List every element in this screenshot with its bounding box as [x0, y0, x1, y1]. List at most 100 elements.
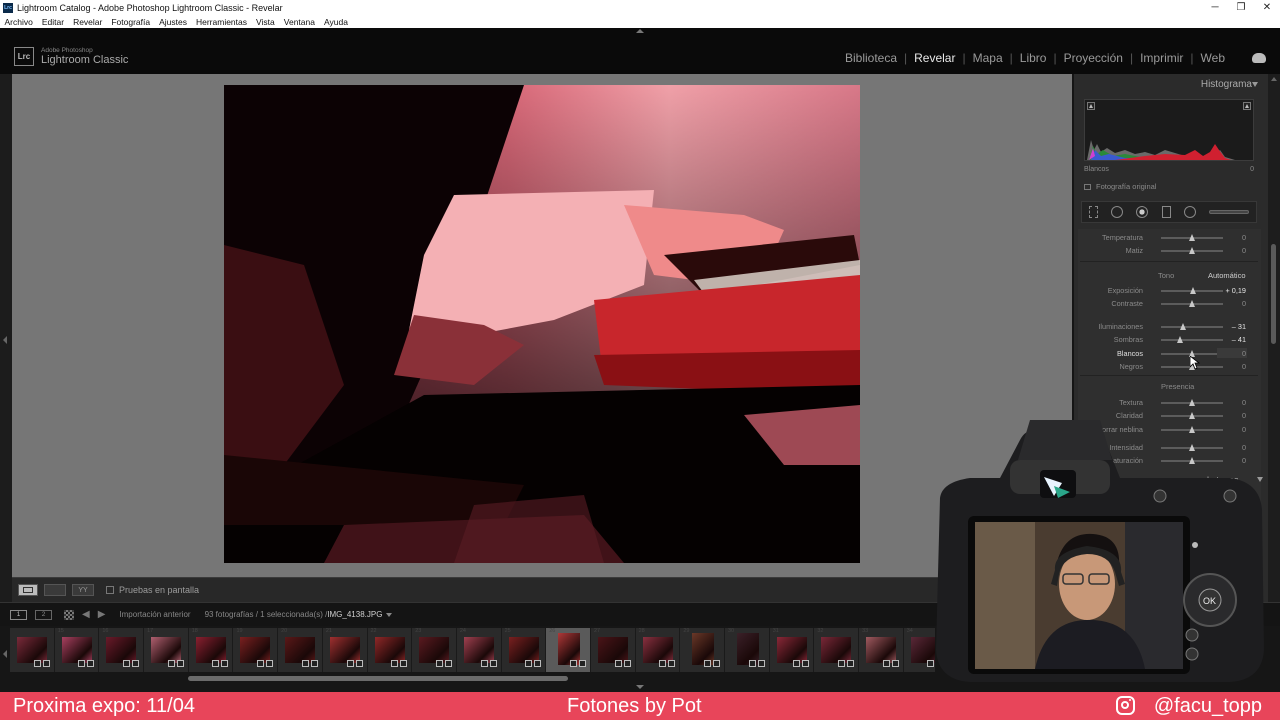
menu-ajustes[interactable]: Ajustes [155, 17, 192, 27]
red-eye-tool-icon[interactable] [1136, 206, 1149, 218]
slider-knob-sombras[interactable] [1176, 336, 1183, 344]
filmstrip-thumbnail[interactable]: 23 [412, 628, 457, 672]
menu-ventana[interactable]: Ventana [279, 17, 319, 27]
slider-row-blancos[interactable]: Blancos 0 [1078, 347, 1261, 360]
slider-track-exposicion[interactable] [1161, 287, 1223, 294]
loupe-view-button[interactable] [18, 584, 38, 596]
soft-proof-checkbox[interactable] [106, 586, 114, 594]
slider-knob-claridad[interactable] [1189, 412, 1195, 420]
slider-track-claridad[interactable] [1161, 412, 1223, 420]
slider-value-iluminaciones[interactable]: – 31 [1232, 322, 1246, 331]
before-after-button[interactable] [44, 584, 66, 596]
slider-knob-matiz[interactable] [1189, 247, 1195, 255]
filmstrip-thumbnail[interactable]: 22 [367, 628, 413, 672]
filmstrip-thumbnail[interactable]: 29 [680, 628, 725, 672]
filmstrip-thumbnail[interactable]: 17 [144, 628, 189, 672]
slider-value-blancos[interactable]: 0 [1242, 349, 1246, 358]
main-photo[interactable] [224, 85, 860, 563]
filmstrip-thumbnail[interactable] [10, 628, 55, 672]
histogram[interactable] [1084, 99, 1254, 161]
slider-value-sombras[interactable]: – 41 [1232, 335, 1246, 344]
back-arrow-icon[interactable]: ◀ [82, 609, 90, 620]
filmstrip-scrollbar[interactable] [188, 676, 568, 681]
menu-vista[interactable]: Vista [252, 17, 280, 27]
adjustment-brush-icon[interactable] [1209, 210, 1250, 214]
slider-row-sombras[interactable]: Sombras – 41 [1078, 334, 1261, 346]
slider-value-matiz[interactable]: 0 [1242, 246, 1246, 255]
slider-knob-iluminaciones[interactable] [1179, 323, 1186, 330]
minimize-button[interactable]: ─ [1202, 2, 1228, 13]
cloud-sync-icon[interactable] [1252, 53, 1266, 63]
main-window-button[interactable]: 1 [10, 609, 27, 620]
current-file-name[interactable]: IMG_4138.JPG [327, 610, 382, 619]
filmstrip-thumbnail[interactable]: 30 [725, 628, 770, 672]
module-proyeccion[interactable]: Proyección [1059, 51, 1128, 65]
collapse-top-panel-icon[interactable] [636, 29, 644, 33]
slider-knob-textura[interactable] [1189, 399, 1195, 406]
filmstrip-thumbnail[interactable]: 32 [814, 628, 860, 672]
filmstrip-thumbnail[interactable]: 19 [233, 628, 279, 672]
auto-tone-button[interactable]: Automático [1208, 271, 1246, 280]
filmstrip-left-icon[interactable] [3, 650, 7, 658]
crop-tool-icon[interactable] [1088, 206, 1098, 218]
slider-row-textura[interactable]: Textura 0 [1078, 397, 1261, 409]
slider-row-negros[interactable]: Negros 0 [1078, 361, 1261, 373]
slider-knob-temperatura[interactable] [1189, 234, 1195, 241]
collapse-filmstrip-icon[interactable] [636, 685, 644, 689]
menu-herramientas[interactable]: Herramientas [191, 17, 251, 27]
filmstrip-thumbnail[interactable]: 33 [859, 628, 904, 672]
slider-value-textura[interactable]: 0 [1242, 398, 1246, 407]
filmstrip-thumbnail[interactable]: 28 [635, 628, 681, 672]
menu-editar[interactable]: Editar [37, 17, 68, 27]
shadow-clipping-icon[interactable] [1087, 102, 1095, 110]
compare-button[interactable]: YY [72, 584, 94, 596]
original-photo-toggle[interactable]: Fotografía original [1084, 182, 1156, 191]
secondary-window-button[interactable]: 2 [35, 609, 52, 620]
slider-value-temperatura[interactable]: 0 [1242, 233, 1246, 242]
histogram-title[interactable]: Histograma [1201, 79, 1252, 90]
slider-track-textura[interactable] [1161, 399, 1223, 406]
filmstrip-thumbnail[interactable]: 24 [456, 628, 502, 672]
filmstrip-thumbnail[interactable]: 26 [546, 628, 591, 672]
close-button[interactable]: ✕ [1254, 2, 1280, 13]
filmstrip-thumbnail[interactable]: 18 [188, 628, 234, 672]
filmstrip-thumbnail[interactable]: 16 [99, 628, 145, 672]
slider-row-iluminaciones[interactable]: Iluminaciones – 31 [1078, 321, 1261, 333]
slider-knob-contraste[interactable] [1189, 300, 1195, 308]
slider-track-sombras[interactable] [1161, 336, 1223, 344]
module-web[interactable]: Web [1196, 51, 1230, 65]
slider-track-contraste[interactable] [1161, 300, 1223, 308]
slider-track-iluminaciones[interactable] [1161, 323, 1223, 330]
slider-track-blancos[interactable] [1161, 349, 1223, 357]
slider-track-temperatura[interactable] [1161, 234, 1223, 241]
menu-revelar[interactable]: Revelar [69, 17, 107, 27]
radial-filter-icon[interactable] [1183, 206, 1196, 218]
filmstrip-thumbnail[interactable]: 15 [54, 628, 100, 672]
slider-value-exposicion[interactable]: + 0,19 [1226, 286, 1247, 295]
slider-track-matiz[interactable] [1161, 247, 1223, 255]
filmstrip-thumbnail[interactable]: 25 [501, 628, 547, 672]
module-revelar[interactable]: Revelar [909, 51, 960, 65]
collapse-histogram-icon[interactable] [1252, 82, 1258, 87]
slider-value-claridad[interactable]: 0 [1242, 411, 1246, 420]
menu-ayuda[interactable]: Ayuda [319, 17, 352, 27]
slider-value-negros[interactable]: 0 [1242, 362, 1246, 371]
slider-row-exposicion[interactable]: Exposición + 0,19 [1078, 285, 1261, 297]
module-biblioteca[interactable]: Biblioteca [840, 51, 902, 65]
filmstrip-thumbnail[interactable]: 27 [590, 628, 636, 672]
slider-row-contraste[interactable]: Contraste 0 [1078, 298, 1261, 310]
forward-arrow-icon[interactable]: ▶ [98, 609, 106, 620]
maximize-button[interactable]: ❐ [1228, 2, 1254, 13]
slider-knob-exposicion[interactable] [1190, 287, 1197, 294]
spot-removal-tool-icon[interactable] [1110, 206, 1123, 218]
original-photo-checkbox[interactable] [1084, 183, 1091, 190]
left-panel-collapsed[interactable] [0, 74, 12, 602]
grid-view-icon[interactable] [64, 609, 74, 620]
filmstrip-thumbnail[interactable]: 20 [278, 628, 323, 672]
module-libro[interactable]: Libro [1015, 51, 1052, 65]
scrollbar-thumb[interactable] [1271, 244, 1276, 344]
slider-value-contraste[interactable]: 0 [1242, 299, 1246, 308]
right-panel-scrollbar[interactable] [1268, 74, 1280, 602]
chevron-down-icon[interactable] [386, 612, 393, 617]
highlight-clipping-icon[interactable] [1243, 102, 1251, 110]
